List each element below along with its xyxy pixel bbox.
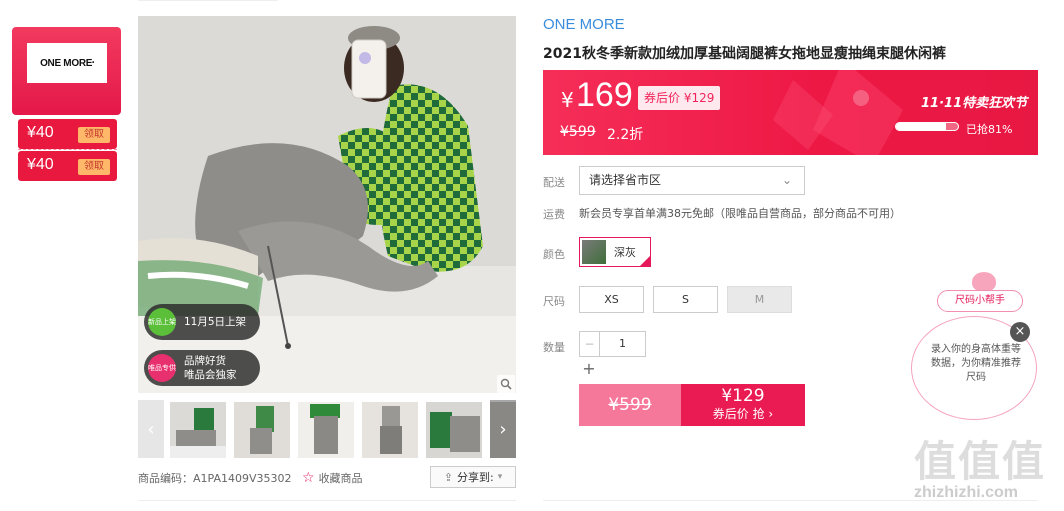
color-label: 颜色 (543, 248, 565, 261)
zoom-icon[interactable] (497, 375, 515, 393)
close-icon[interactable]: × (1010, 322, 1030, 342)
thumb-prev-button[interactable]: ‹ (138, 400, 164, 458)
size-option-m[interactable]: M (727, 286, 792, 313)
share-label: 分享到: (456, 471, 494, 484)
share-button[interactable]: ⇪ 分享到: ▾ (430, 466, 516, 488)
quantity-increment-button[interactable]: + (580, 358, 598, 380)
quantity-input[interactable]: 1 (600, 332, 645, 356)
new-arrival-tag: 新品上架 11月5日上架 (144, 304, 260, 340)
shipping-label: 配送 (543, 176, 565, 189)
coupon-get-button[interactable]: 领取 (78, 159, 110, 175)
thumbnail-3[interactable] (298, 402, 354, 458)
brand-logo: ONE MORE • (27, 43, 107, 83)
watermark-logo: 值值值 (914, 437, 1047, 486)
coupon-1[interactable]: ¥40 领取 (18, 119, 117, 149)
after-coupon-price: 券后价 ¥129 (638, 86, 721, 110)
buy-now-button[interactable]: ¥129 券后价 抢 › (681, 384, 805, 426)
buy-price: ¥129 (721, 386, 765, 406)
product-code-value: A1PA1409V35302 (193, 472, 292, 485)
coupon-amount: ¥40 (27, 156, 54, 173)
new-arrival-text: 11月5日上架 (184, 316, 247, 328)
coupon-divider (18, 149, 117, 150)
sold-percent-label: 已抢81% (966, 123, 1013, 136)
coupon-get-button[interactable]: 领取 (78, 127, 110, 143)
size-helper-tab[interactable]: 尺码小帮手 (937, 290, 1023, 312)
thumbnail-4[interactable] (362, 402, 418, 458)
size-option-xs[interactable]: XS (579, 286, 644, 313)
size-label: 尺码 (543, 295, 565, 308)
exclusive-text: 品牌好货 唯品会独家 (184, 355, 237, 381)
color-option-label: 深灰 (614, 246, 636, 259)
price-banner: ¥ 169 券后价 ¥129 ¥599 2.2折 11·11特卖狂欢节 已抢81… (543, 70, 1038, 155)
region-select[interactable]: 请选择省市区 ⌄ (579, 166, 805, 195)
left-bottom-divider (138, 500, 516, 501)
exclusive-tag: 唯品专供 品牌好货 唯品会独家 (144, 350, 260, 386)
sold-progress-fill (896, 123, 947, 130)
favorite-button[interactable]: ☆ 收藏商品 (302, 470, 363, 486)
color-swatch (582, 240, 606, 264)
quantity-decrement-button[interactable]: − (580, 332, 600, 356)
quantity-label: 数量 (543, 341, 565, 354)
original-price-button[interactable]: ¥599 (579, 384, 681, 426)
region-select-value: 请选择省市区 (589, 173, 662, 187)
freight-text: 新会员专享首单满38元免邮（限唯品自营商品，部分商品不可用） (579, 207, 901, 220)
freight-label: 运费 (543, 208, 565, 221)
quantity-stepper[interactable]: − 1 (579, 331, 646, 357)
product-code: 商品编码：A1PA1409V35302 (138, 470, 292, 486)
selected-check-icon (640, 256, 650, 266)
new-badge-icon: 新品上架 (148, 308, 176, 336)
thumb-next-button[interactable]: › (490, 400, 516, 458)
product-title: 2021秋冬季新款加绒加厚基础阔腿裤女拖地显瘦抽绳束腿休闲裤 (543, 46, 946, 62)
discount-rate: 2.2折 (607, 127, 644, 143)
buy-action-label: 券后价 抢 › (712, 407, 774, 421)
star-icon: ☆ (302, 470, 315, 486)
coupon-2[interactable]: ¥40 领取 (18, 149, 117, 181)
top-divider (138, 0, 278, 1)
brand-link[interactable]: ONE MORE (543, 16, 625, 33)
buy-original-price: ¥599 (608, 395, 652, 415)
thumbnail-2[interactable] (234, 402, 290, 458)
size-option-s[interactable]: S (653, 286, 718, 313)
chevron-left-icon: ‹ (147, 418, 155, 440)
pig-mascot-icon (972, 272, 996, 292)
chevron-right-icon: › (499, 418, 507, 440)
current-price: 169 (576, 76, 633, 114)
favorite-label: 收藏商品 (318, 472, 363, 485)
brand-card[interactable]: ONE MORE • (12, 27, 121, 115)
event-title: 11·11特卖狂欢节 (921, 96, 1028, 111)
thumbnail-5[interactable] (426, 402, 482, 458)
sold-progress-bar (895, 122, 959, 131)
thumbnail-1[interactable] (170, 402, 226, 458)
chevron-down-icon: ⌄ (781, 173, 792, 187)
exclusive-badge-icon: 唯品专供 (148, 354, 176, 382)
share-icon: ⇪ (443, 470, 453, 484)
size-helper-text: 录入你的身高体重等数据，为你精准推荐尺码 (931, 344, 1021, 383)
price-currency: ¥ (561, 88, 574, 112)
original-price: ¥599 (560, 124, 596, 140)
caret-down-icon: ▾ (497, 472, 503, 482)
color-option-selected[interactable]: 深灰 (579, 237, 651, 267)
product-code-label: 商品编码： (138, 472, 193, 485)
coupon-amount: ¥40 (27, 124, 54, 141)
watermark-text: zhizhizhi.com (914, 484, 1018, 501)
